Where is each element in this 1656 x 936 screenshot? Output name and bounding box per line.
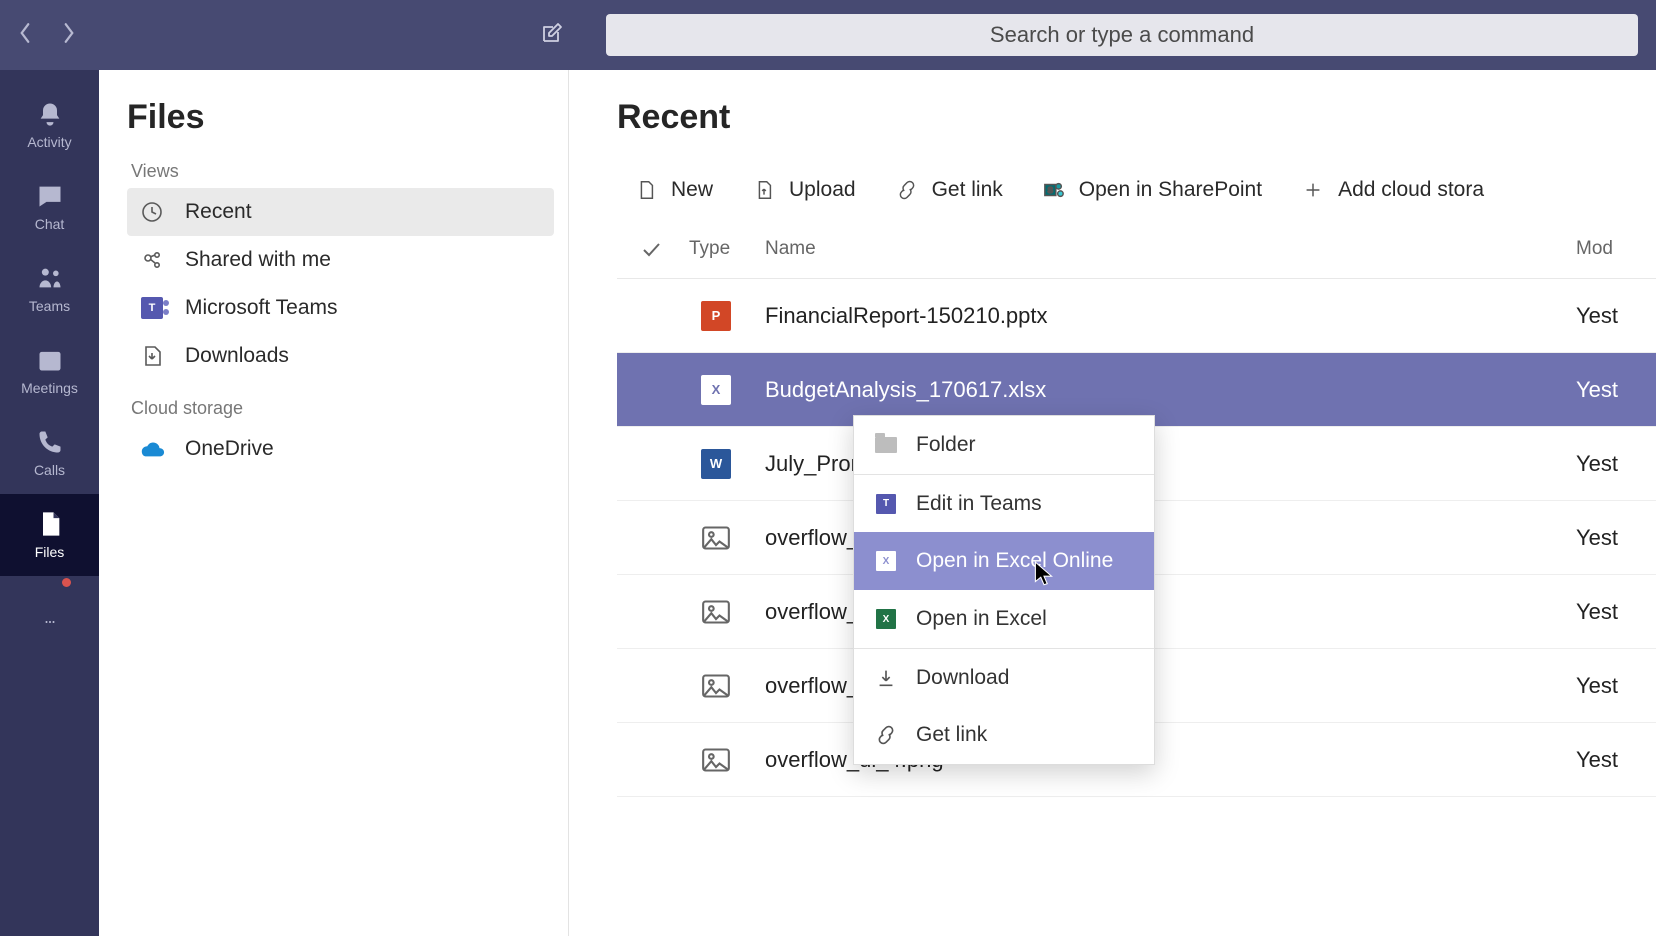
download-icon <box>874 666 898 690</box>
compose-icon[interactable] <box>540 21 564 50</box>
ctx-get-link[interactable]: Get link <box>854 706 1154 764</box>
image-icon <box>701 745 731 775</box>
excel-icon: X <box>874 607 898 631</box>
context-menu: Folder T Edit in Teams X Open in Excel O… <box>853 415 1155 765</box>
sidebar-item-onedrive[interactable]: OneDrive <box>127 425 554 473</box>
toolbar-getlink[interactable]: Get link <box>896 178 1003 202</box>
file-toolbar: New Upload Get link S Open in SharePoint <box>617 161 1656 219</box>
column-modified[interactable]: Mod <box>1576 238 1656 260</box>
ctx-edit-teams[interactable]: T Edit in Teams <box>854 474 1154 532</box>
rail-chat[interactable]: Chat <box>0 166 99 248</box>
powerpoint-icon: P <box>701 301 731 331</box>
column-name[interactable]: Name <box>765 238 1576 260</box>
sidebar-item-recent[interactable]: Recent <box>127 188 554 236</box>
image-icon <box>701 597 731 627</box>
sidebar-item-downloads[interactable]: Downloads <box>127 332 554 380</box>
search-input[interactable]: Search or type a command <box>606 14 1638 56</box>
side-title: Files <box>127 98 554 137</box>
ctx-open-excel-online[interactable]: X Open in Excel Online <box>854 532 1154 590</box>
link-icon <box>874 723 898 747</box>
forward-button[interactable] <box>62 22 76 49</box>
column-headers: Type Name Mod <box>617 219 1656 279</box>
back-button[interactable] <box>18 22 32 49</box>
sidebar-item-teams[interactable]: T Microsoft Teams <box>127 284 554 332</box>
rail-more[interactable] <box>0 584 99 666</box>
word-icon: W <box>701 449 731 479</box>
toolbar-upload[interactable]: Upload <box>753 178 856 202</box>
image-icon <box>701 523 731 553</box>
column-type[interactable]: Type <box>689 238 765 260</box>
rail-meetings[interactable]: Meetings <box>0 330 99 412</box>
shared-icon <box>139 247 165 273</box>
rail-activity[interactable]: Activity <box>0 84 99 166</box>
side-panel: Files Views Recent Shared with me T Micr… <box>99 70 569 936</box>
clock-icon <box>139 199 165 225</box>
ctx-download[interactable]: Download <box>854 648 1154 706</box>
download-icon <box>139 343 165 369</box>
ctx-folder[interactable]: Folder <box>854 416 1154 474</box>
toolbar-new[interactable]: New <box>635 178 713 202</box>
notification-dot-icon <box>62 578 71 587</box>
search-placeholder: Search or type a command <box>990 22 1254 48</box>
app-rail: Activity Chat Teams Meetings Calls Files <box>0 70 99 936</box>
excel-icon: X <box>874 549 898 573</box>
ctx-open-excel[interactable]: X Open in Excel <box>854 590 1154 648</box>
views-label: Views <box>131 161 554 182</box>
onedrive-icon <box>139 436 165 462</box>
rail-teams[interactable]: Teams <box>0 248 99 330</box>
sharepoint-icon: S <box>1043 179 1065 201</box>
rail-calls[interactable]: Calls <box>0 412 99 494</box>
cloud-label: Cloud storage <box>131 398 554 419</box>
select-all-checkbox[interactable] <box>639 237 689 261</box>
image-icon <box>701 671 731 701</box>
rail-files[interactable]: Files <box>0 494 99 576</box>
title-bar: Search or type a command <box>0 0 1656 70</box>
toolbar-sharepoint[interactable]: S Open in SharePoint <box>1043 178 1262 202</box>
teams-icon: T <box>139 295 165 321</box>
toolbar-addcloud[interactable]: Add cloud stora <box>1302 178 1484 202</box>
folder-icon <box>874 433 898 457</box>
svg-text:S: S <box>1047 186 1053 195</box>
file-row[interactable]: P FinancialReport-150210.pptx Yest <box>617 279 1656 353</box>
content-title: Recent <box>617 98 1656 137</box>
sidebar-item-shared[interactable]: Shared with me <box>127 236 554 284</box>
excel-icon: X <box>701 375 731 405</box>
teams-icon: T <box>874 492 898 516</box>
